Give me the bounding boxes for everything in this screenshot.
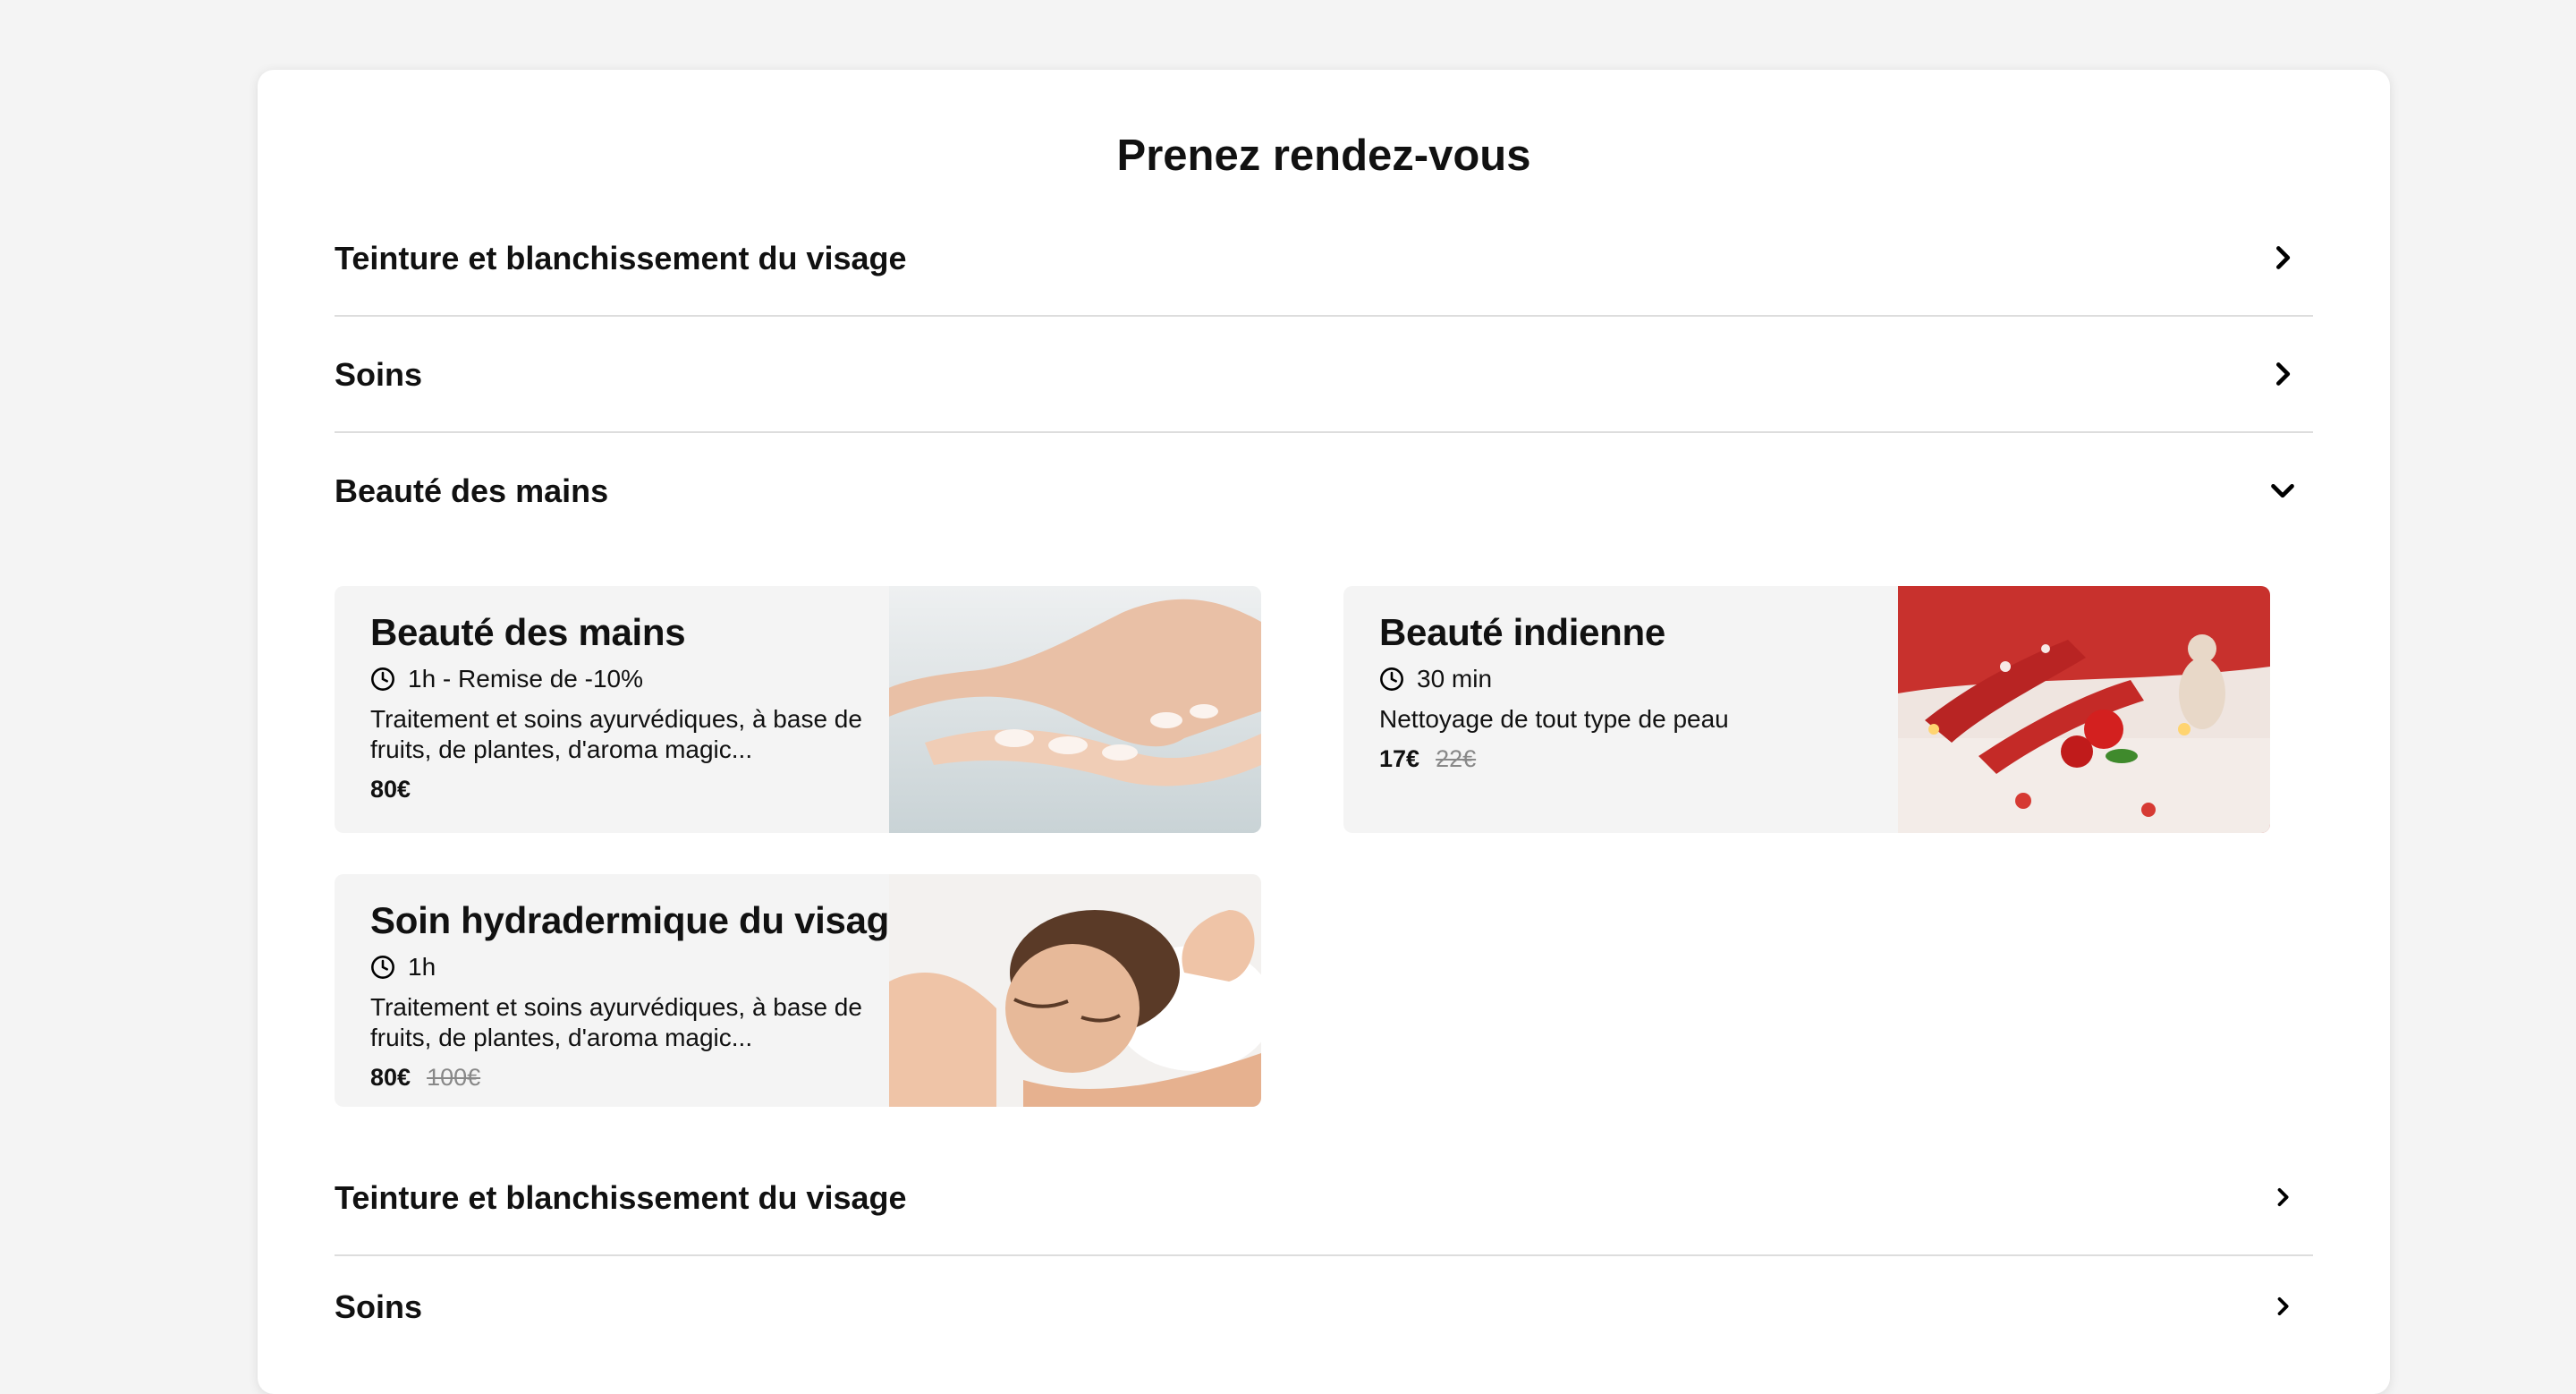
service-price: 80€ — [370, 776, 871, 803]
service-duration: 1h - Remise de -10% — [370, 665, 871, 693]
service-description: Traitement et soins ayurvédiques, à base… — [370, 705, 862, 763]
chevron-down-icon — [2270, 478, 2295, 503]
spa-roses-candles-photo — [1898, 586, 2270, 833]
chevron-right-icon — [2270, 245, 2295, 270]
manicured-hands-photo — [889, 586, 1261, 833]
service-card-beaute-des-mains[interactable]: Beauté des mains 1h - Remise de -10% Tra… — [335, 586, 1261, 833]
chevron-right-icon — [2270, 1185, 2295, 1210]
page-title: Prenez rendez-vous — [1116, 132, 1531, 180]
category-row-soins[interactable]: Soins — [335, 356, 2313, 433]
price-current: 80€ — [370, 776, 411, 803]
chevron-right-icon — [2270, 1294, 2295, 1319]
service-description: Traitement et soins ayurvédiques, à base… — [370, 993, 862, 1051]
category-label: Teinture et blanchissement du visage — [335, 1179, 907, 1216]
service-duration: 1h — [370, 953, 871, 982]
booking-card: Prenez rendez-vous Teinture et blanchiss… — [258, 70, 2390, 1394]
category-label: Beauté des mains — [335, 472, 609, 509]
service-description: Nettoyage de tout type de peau — [1379, 705, 1729, 733]
category-row-teinture-2[interactable]: Teinture et blanchissement du visage — [335, 1179, 2313, 1256]
category-row-teinture[interactable]: Teinture et blanchissement du visage — [335, 240, 2313, 317]
price-current: 17€ — [1379, 745, 1420, 772]
price-old: 100€ — [427, 1064, 481, 1091]
service-name: Beauté des mains — [370, 611, 686, 653]
clock-icon — [370, 955, 395, 980]
service-price: 80€ 100€ — [370, 1064, 871, 1092]
service-duration: 30 min — [1379, 665, 1880, 693]
category-label: Teinture et blanchissement du visage — [335, 240, 907, 276]
duration-text: 1h — [408, 953, 436, 981]
duration-text: 1h - Remise de -10% — [408, 665, 644, 693]
facial-massage-photo — [889, 874, 1261, 1107]
price-current: 80€ — [370, 1064, 411, 1091]
category-label: Soins — [335, 356, 423, 393]
category-label: Soins — [335, 1288, 423, 1325]
duration-text: 30 min — [1417, 665, 1493, 693]
service-name: Soin hydradermique du visage — [370, 899, 911, 941]
category-row-soins-2[interactable]: Soins — [335, 1288, 2313, 1364]
service-card-soin-hydradermique[interactable]: Soin hydradermique du visage 1h Traiteme… — [335, 874, 1261, 1107]
service-name: Beauté indienne — [1379, 611, 1665, 653]
price-old: 22€ — [1436, 745, 1477, 772]
category-row-beaute-des-mains[interactable]: Beauté des mains — [335, 472, 2313, 526]
chevron-right-icon — [2270, 361, 2295, 387]
clock-icon — [370, 667, 395, 692]
service-price: 17€ 22€ — [1379, 745, 1880, 773]
service-card-beaute-indienne[interactable]: Beauté indienne 30 min Nettoyage de tout… — [1343, 586, 2270, 833]
clock-icon — [1379, 667, 1404, 692]
